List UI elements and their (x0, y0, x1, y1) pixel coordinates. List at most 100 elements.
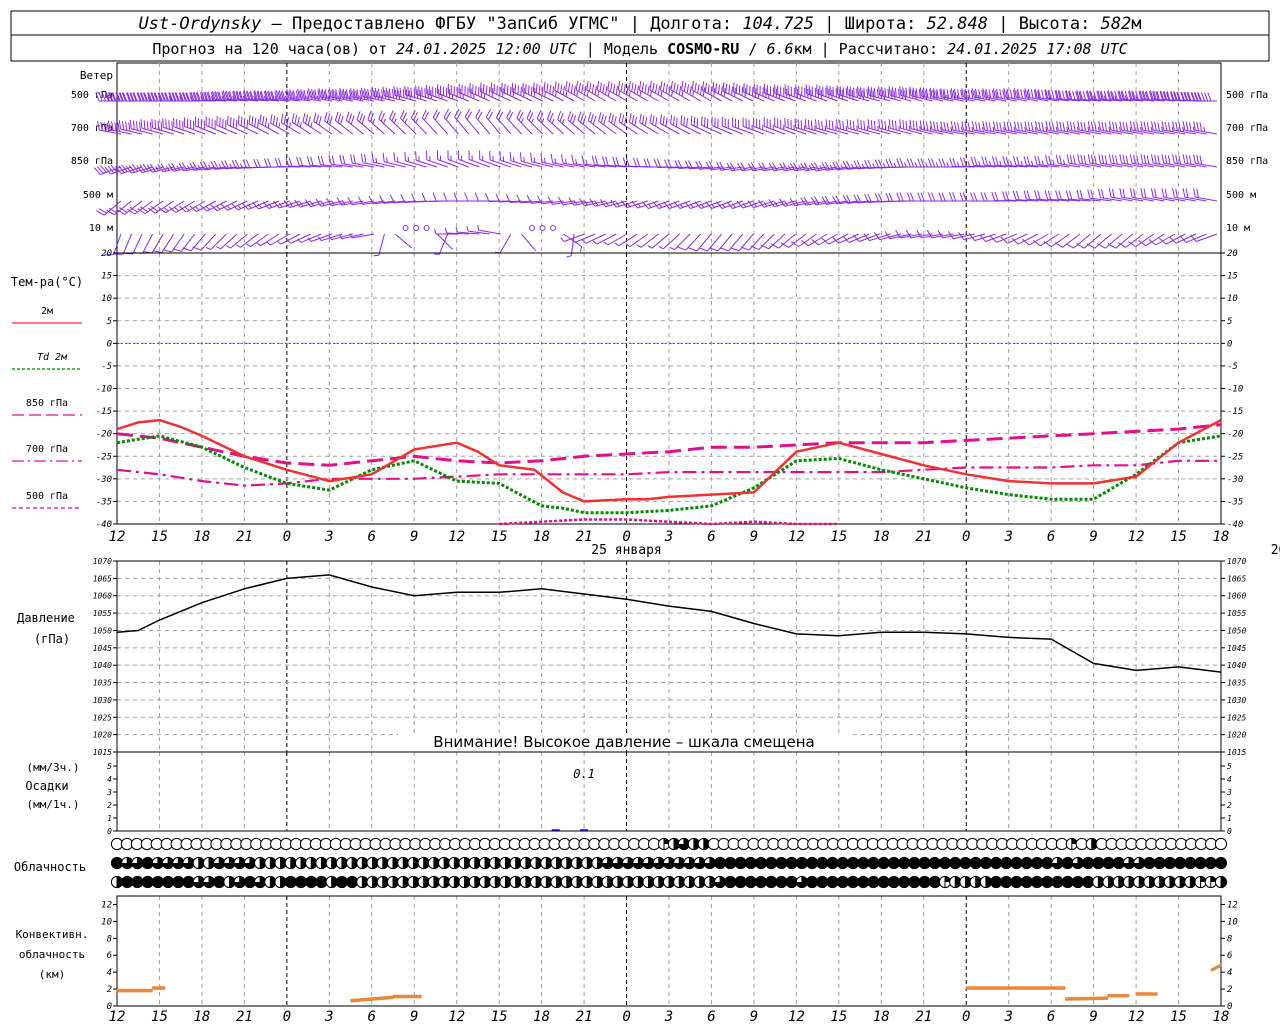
cloud-symbol (356, 856, 369, 870)
cloud-circle (928, 875, 941, 889)
cloud-symbol (990, 875, 1003, 889)
legend-label: 500 гПа (26, 491, 68, 502)
wind-barb-half-feather (544, 157, 546, 164)
cloud-circle (1102, 856, 1115, 870)
cloud-symbol (1214, 837, 1228, 851)
time-tick-label: 3 (324, 529, 333, 545)
header-span: | Широта: (814, 14, 927, 34)
wind-barb-feather (227, 115, 229, 125)
cloud-symbol (570, 875, 584, 889)
cloud-symbol (1153, 875, 1166, 889)
cloud-circle (867, 875, 880, 889)
cloud-symbol (223, 875, 236, 889)
cloud-symbol (530, 856, 543, 870)
cloud-symbol (806, 875, 819, 889)
cloud-circle (877, 856, 890, 870)
cloud-circle (806, 875, 819, 889)
pressure-tick-left: 1035 (93, 679, 112, 688)
time-tick-label: 3 (1003, 529, 1012, 545)
time-tick-label: 0 (283, 529, 291, 545)
wind-barb-feather (807, 119, 810, 129)
cloud-circle (1061, 875, 1074, 889)
wind-barb-feather (232, 118, 235, 128)
cloud-symbol (908, 875, 921, 889)
wind-barb-half-feather (267, 123, 270, 129)
temp-tick-left: 5 (107, 317, 112, 327)
wind-barb-feather (517, 85, 520, 95)
time-tick-label: 9 (750, 529, 758, 545)
wind-barb-feather (501, 82, 503, 92)
cloud-circle (959, 856, 972, 870)
header-span: – Предоставлено ФГБУ "ЗапСиб УГМС" | Дол… (261, 14, 742, 34)
precip-tick-left: 1 (107, 814, 112, 823)
cloud-symbol (550, 875, 563, 889)
cloud-symbol (1102, 875, 1115, 889)
cloud-symbol (366, 856, 379, 870)
cloud-circle (1194, 856, 1207, 870)
wind-title: Ветер (80, 69, 113, 82)
header-span: 104.725 (742, 14, 814, 34)
pressure-tick-right: 1040 (1227, 661, 1246, 670)
cloud-symbol (601, 856, 614, 870)
cloud-symbol (714, 875, 727, 889)
time-tick-label: 15 (830, 529, 847, 545)
temp-tick-left: 20 (101, 249, 112, 259)
cloud-symbol (141, 856, 154, 870)
wind-barb-feather (427, 89, 429, 99)
cloud-circle (1041, 875, 1054, 889)
header-span: м (1131, 14, 1141, 34)
wind-barb-feather (151, 118, 154, 128)
temp-tick-left: 10 (101, 294, 112, 304)
wind-barb-feather (162, 118, 164, 128)
cloud-symbol (693, 875, 706, 889)
pressure-tick-left: 1040 (93, 661, 112, 670)
cloud-symbol (121, 856, 134, 870)
pressure-tick-right: 1060 (1227, 592, 1246, 601)
cloud-circle (724, 875, 737, 889)
time-tick-label-bottom: 0 (283, 1009, 291, 1024)
cloud-symbol (1194, 856, 1207, 870)
time-tick-label-bottom: 21 (915, 1009, 932, 1024)
conv-segment (392, 994, 422, 999)
cloud-circle (806, 856, 819, 870)
pressure-tick-right: 1065 (1227, 574, 1246, 583)
cloud-symbol (754, 875, 768, 889)
meteogram: Ust-Ordynsky – Предоставлено ФГБУ "ЗапСи… (0, 0, 1280, 1024)
cloud-symbol (601, 875, 614, 889)
cloud-symbol (274, 875, 287, 889)
cloud-circle (243, 875, 256, 889)
cloud-circle (918, 875, 931, 889)
cloud-symbol (908, 856, 921, 870)
cloud-circle (1214, 856, 1228, 870)
wind-barb-half-feather (877, 125, 879, 131)
cloud-symbol (928, 856, 941, 870)
time-tick-label: 6 (368, 529, 376, 545)
time-tick-label-bottom: 0 (622, 1009, 630, 1024)
time-tick-label-bottom: 15 (1170, 1009, 1187, 1024)
time-tick-label: 21 (915, 529, 932, 545)
cloud-symbol (1061, 875, 1074, 889)
cloud-symbol (530, 875, 543, 889)
cloud-symbol (1163, 875, 1176, 889)
cloud-circle (1000, 856, 1013, 870)
wind-barb-feather (520, 86, 522, 96)
cloud-circle (1030, 875, 1044, 889)
wind-barb-feather (171, 121, 173, 131)
cloud-symbol (1214, 856, 1228, 870)
cloud-symbol (652, 875, 665, 889)
cloud-circle (1020, 856, 1033, 870)
wind-barb-feather (482, 84, 485, 94)
cloud-symbol (724, 856, 737, 870)
cloud-symbol (570, 856, 584, 870)
conv-tick-left: 10 (101, 917, 112, 927)
cloud-circle (887, 875, 900, 889)
cloud-symbol (1133, 875, 1146, 889)
cloud-circle (898, 856, 911, 870)
cloud-circle (775, 875, 788, 889)
cloud-symbol (785, 875, 798, 889)
cloud-symbol (887, 856, 900, 870)
time-tick-label-bottom: 18 (873, 1009, 890, 1024)
cloud-symbol (1112, 856, 1125, 870)
temp-tick-left: 15 (101, 272, 112, 282)
cloud-symbol (233, 875, 246, 889)
